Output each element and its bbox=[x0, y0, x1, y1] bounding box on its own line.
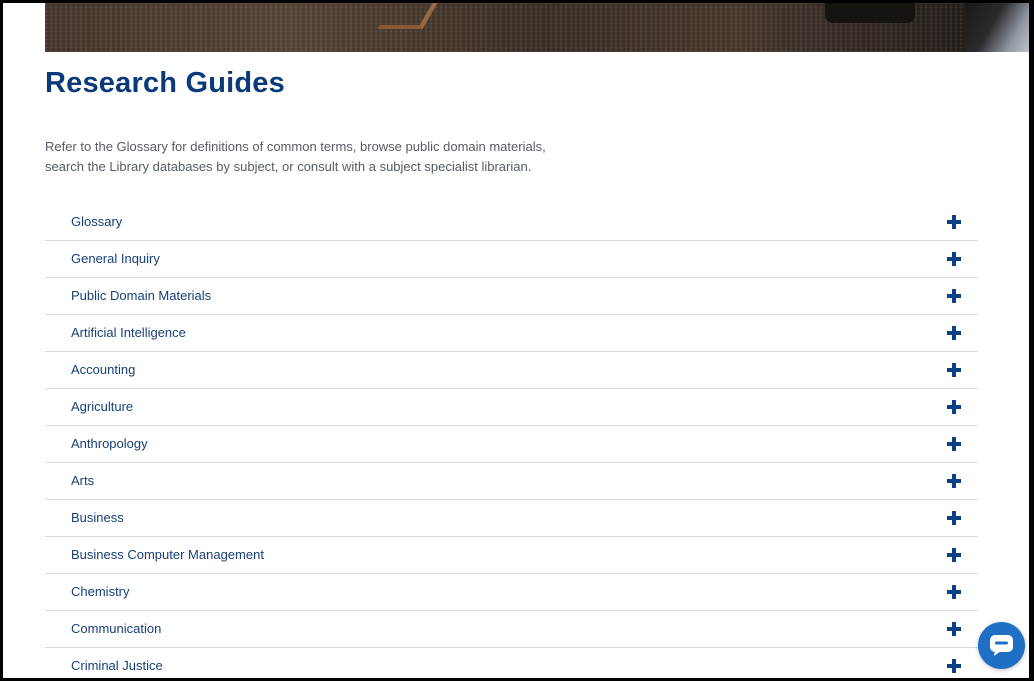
accordion-item-label[interactable]: General Inquiry bbox=[71, 251, 160, 266]
plus-icon[interactable] bbox=[947, 400, 961, 414]
accordion-item-accounting[interactable]: Accounting bbox=[45, 352, 978, 389]
plus-icon[interactable] bbox=[947, 326, 961, 340]
research-guides-accordion: Glossary General Inquiry Public Domain M… bbox=[45, 204, 978, 678]
accordion-item-glossary[interactable]: Glossary bbox=[45, 204, 978, 241]
accordion-item-communication[interactable]: Communication bbox=[45, 611, 978, 648]
accordion-item-label[interactable]: Business bbox=[71, 510, 124, 525]
accordion-item-label[interactable]: Artificial Intelligence bbox=[71, 325, 186, 340]
plus-icon[interactable] bbox=[947, 474, 961, 488]
plus-icon[interactable] bbox=[947, 548, 961, 562]
hero-dark-object bbox=[825, 3, 915, 23]
accordion-item-business[interactable]: Business bbox=[45, 500, 978, 537]
plus-icon[interactable] bbox=[947, 289, 961, 303]
plus-icon[interactable] bbox=[947, 215, 961, 229]
plus-icon[interactable] bbox=[947, 585, 961, 599]
accordion-item-label[interactable]: Criminal Justice bbox=[71, 658, 163, 673]
accordion-item-agriculture[interactable]: Agriculture bbox=[45, 389, 978, 426]
accordion-item-label[interactable]: Anthropology bbox=[71, 436, 148, 451]
accordion-item-label[interactable]: Agriculture bbox=[71, 399, 133, 414]
plus-icon[interactable] bbox=[947, 659, 961, 673]
plus-icon[interactable] bbox=[947, 252, 961, 266]
plus-icon[interactable] bbox=[947, 437, 961, 451]
page-title: Research Guides bbox=[45, 67, 285, 99]
accordion-item-criminal-justice[interactable]: Criminal Justice bbox=[45, 648, 978, 678]
accordion-item-arts[interactable]: Arts bbox=[45, 463, 978, 500]
hero-chair-detail bbox=[377, 3, 438, 29]
accordion-item-label[interactable]: Arts bbox=[71, 473, 94, 488]
intro-line-2: search the Library databases by subject,… bbox=[45, 159, 532, 174]
accordion-item-general-inquiry[interactable]: General Inquiry bbox=[45, 241, 978, 278]
accordion-item-artificial-intelligence[interactable]: Artificial Intelligence bbox=[45, 315, 978, 352]
plus-icon[interactable] bbox=[947, 363, 961, 377]
intro-line-1: Refer to the Glossary for definitions of… bbox=[45, 139, 546, 154]
intro-text: Refer to the Glossary for definitions of… bbox=[45, 137, 605, 177]
plus-icon[interactable] bbox=[947, 622, 961, 636]
accordion-item-anthropology[interactable]: Anthropology bbox=[45, 426, 978, 463]
accordion-item-label[interactable]: Accounting bbox=[71, 362, 135, 377]
hero-banner-image bbox=[45, 3, 1029, 52]
hero-window-light bbox=[965, 3, 1029, 52]
accordion-item-label[interactable]: Public Domain Materials bbox=[71, 288, 211, 303]
chat-button[interactable] bbox=[978, 622, 1025, 669]
page-frame: Research Guides Refer to the Glossary fo… bbox=[3, 3, 1029, 678]
accordion-item-label[interactable]: Glossary bbox=[71, 214, 122, 229]
accordion-item-label[interactable]: Business Computer Management bbox=[71, 547, 264, 562]
accordion-item-label[interactable]: Communication bbox=[71, 621, 161, 636]
chat-icon bbox=[990, 635, 1013, 656]
plus-icon[interactable] bbox=[947, 511, 961, 525]
accordion-item-chemistry[interactable]: Chemistry bbox=[45, 574, 978, 611]
accordion-item-public-domain-materials[interactable]: Public Domain Materials bbox=[45, 278, 978, 315]
accordion-item-label[interactable]: Chemistry bbox=[71, 584, 130, 599]
accordion-item-business-computer-management[interactable]: Business Computer Management bbox=[45, 537, 978, 574]
